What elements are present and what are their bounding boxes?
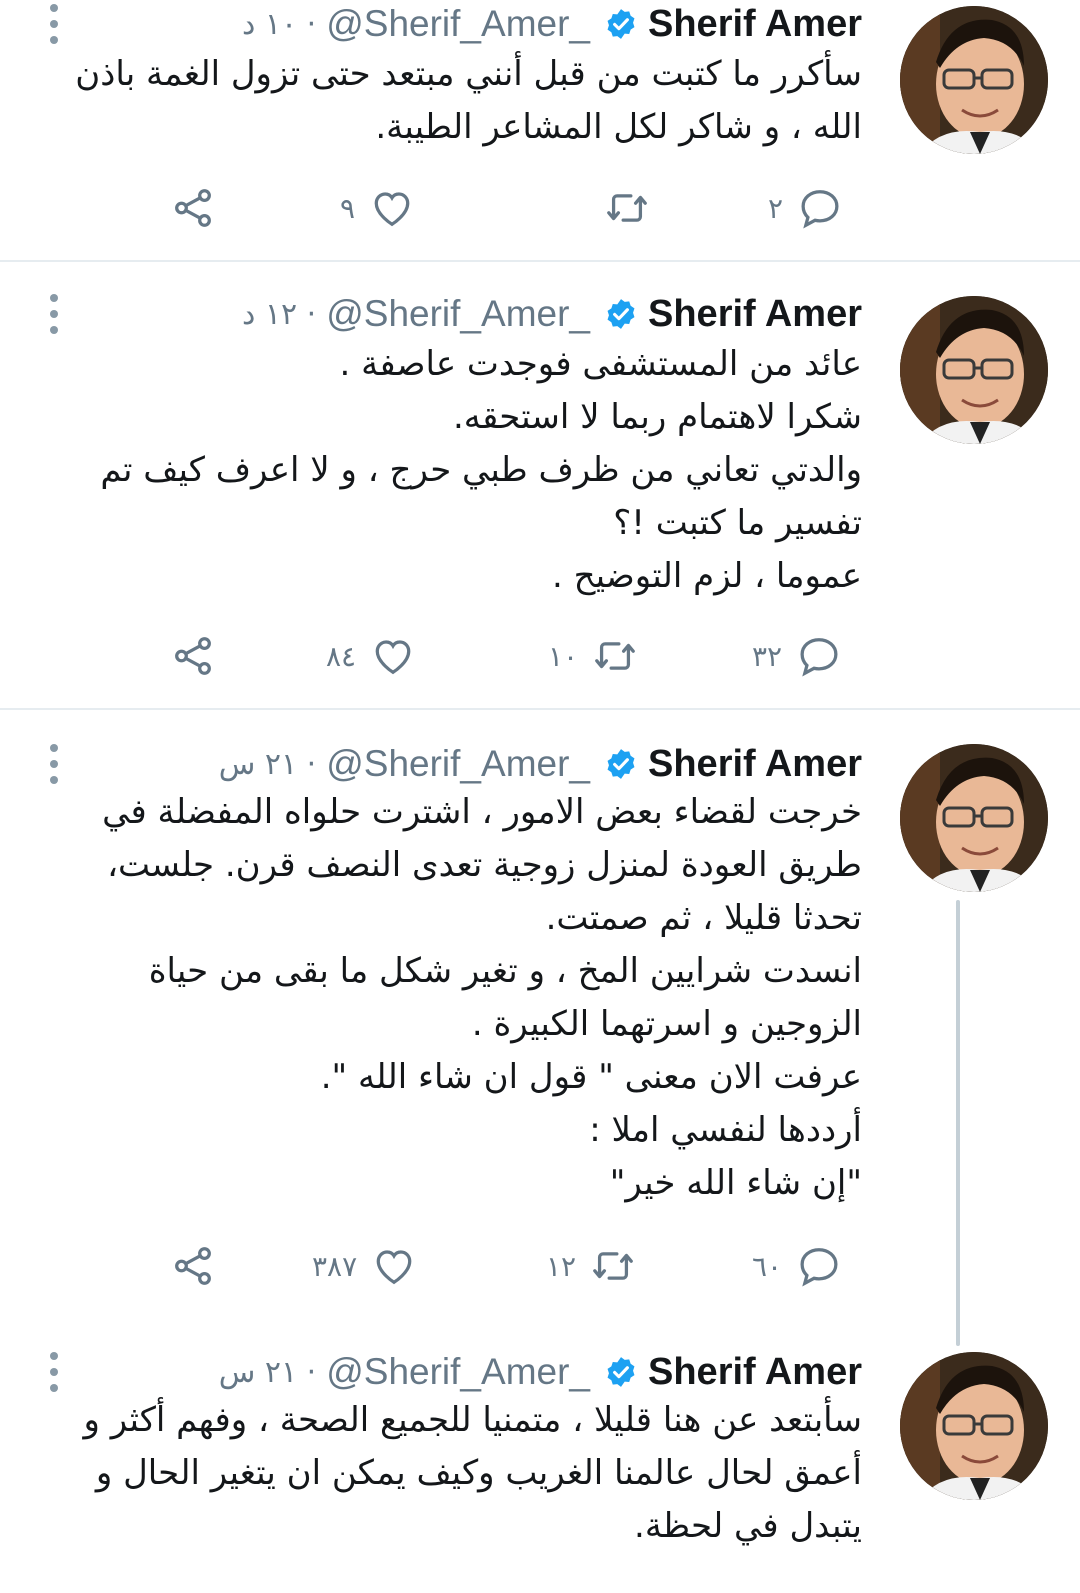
- tweet-text-line: خرجت لقضاء بعض الامور ، اشترت حلواه المف…: [102, 792, 862, 832]
- heart-icon: [371, 1243, 417, 1289]
- tweet-text-line: تفسير ما كتبت !؟: [613, 503, 862, 543]
- tweet[interactable]: Sherif Amer @Sherif_Amer_ · ١٢ د عائد من…: [0, 290, 1080, 710]
- more-options-icon[interactable]: [44, 4, 64, 44]
- verified-badge-icon: [604, 297, 638, 331]
- retweet-icon: [604, 185, 650, 231]
- tweet-text-line: عرفت الان معنى " قول ان شاء الله ".: [320, 1057, 862, 1097]
- reply-button[interactable]: ٦٠: [752, 1238, 842, 1294]
- reply-count: ٣٢: [752, 639, 783, 673]
- tweet-text-line: تحدثا قليلا ، ثم صمتت.: [545, 898, 862, 938]
- tweet-text-line: الزوجين و اسرتهما الكبيرة .: [471, 1004, 862, 1044]
- tweet-header: Sherif Amer @Sherif_Amer_ · ١٠ د: [242, 0, 862, 48]
- display-name[interactable]: Sherif Amer: [648, 293, 862, 336]
- more-options-icon[interactable]: [44, 1352, 64, 1392]
- avatar[interactable]: [900, 1352, 1048, 1500]
- tweet-text: سأكرر ما كتبت من قبل أنني مبتعد حتى تزول…: [75, 48, 862, 154]
- verified-badge-icon: [604, 7, 638, 41]
- retweet-icon: [592, 633, 638, 679]
- tweet-actions: ٣٢ ١٠ ٨٤: [0, 628, 1080, 684]
- share-icon: [170, 185, 216, 231]
- like-button[interactable]: ٣٨٧: [312, 1238, 417, 1294]
- tweet[interactable]: Sherif Amer @Sherif_Amer_ · ١٠ د سأكرر م…: [0, 0, 1080, 262]
- reply-button[interactable]: ٢: [768, 180, 843, 236]
- share-button[interactable]: [170, 628, 216, 684]
- avatar[interactable]: [900, 744, 1048, 892]
- tweet-text-line: أعمق لحال عالمنا الغريب وكيف يمكن ان يتغ…: [95, 1453, 862, 1493]
- tweet-text-line: عائد من المستشفى فوجدت عاصفة .: [339, 344, 862, 384]
- tweet-header: Sherif Amer @Sherif_Amer_ · ١٢ د: [242, 290, 862, 338]
- display-name[interactable]: Sherif Amer: [648, 743, 862, 786]
- tweet-text-line: طريق العودة لمنزل زوجية تعدى النصف قرن. …: [107, 845, 862, 885]
- divider: [0, 708, 1080, 710]
- more-options-icon[interactable]: [44, 744, 64, 784]
- user-handle[interactable]: @Sherif_Amer_: [326, 743, 590, 785]
- heart-icon: [370, 633, 416, 679]
- reply-button[interactable]: ٣٢: [752, 628, 842, 684]
- like-button[interactable]: ٩: [340, 180, 415, 236]
- tweet-text-line: عموما ، لزم التوضيح .: [552, 556, 862, 596]
- timestamp[interactable]: · ١٠ د: [242, 7, 316, 42]
- tweet-header: Sherif Amer @Sherif_Amer_ · ٢١ س: [219, 1348, 862, 1396]
- divider: [0, 260, 1080, 262]
- tweet-actions: ٦٠ ١٢ ٣٨٧: [0, 1238, 1080, 1294]
- retweet-icon: [590, 1243, 636, 1289]
- tweet-text-line: شكرا لاهتمام ربما لا استحقه.: [452, 397, 862, 437]
- share-icon: [170, 1243, 216, 1289]
- share-button[interactable]: [170, 180, 216, 236]
- tweet-text-line: سأبتعد عن هنا قليلا ، متمنيا للجميع الصح…: [83, 1400, 862, 1440]
- user-handle[interactable]: @Sherif_Amer_: [326, 293, 590, 335]
- retweet-button[interactable]: [590, 180, 650, 236]
- like-count: ٩: [340, 191, 356, 225]
- reply-icon: [797, 185, 843, 231]
- more-options-icon[interactable]: [44, 294, 64, 334]
- timestamp[interactable]: · ١٢ د: [242, 297, 316, 332]
- avatar[interactable]: [900, 296, 1048, 444]
- reply-count: ٢: [768, 191, 784, 225]
- user-handle[interactable]: @Sherif_Amer_: [326, 3, 590, 45]
- tweet-header: Sherif Amer @Sherif_Amer_ · ٢١ س: [219, 740, 862, 788]
- tweet-feed: Sherif Amer @Sherif_Amer_ · ١٠ د سأكرر م…: [0, 0, 1080, 1593]
- retweet-button[interactable]: ١٠: [548, 628, 638, 684]
- timestamp[interactable]: · ٢١ س: [219, 1355, 316, 1390]
- tweet-text: سأبتعد عن هنا قليلا ، متمنيا للجميع الصح…: [83, 1394, 862, 1553]
- timestamp[interactable]: · ٢١ س: [219, 747, 316, 782]
- like-count: ٣٨٧: [312, 1249, 358, 1283]
- tweet-actions: ٢ ٩: [0, 180, 1080, 236]
- tweet-text-line: "إن شاء الله خير": [609, 1163, 862, 1203]
- user-handle[interactable]: @Sherif_Amer_: [326, 1351, 590, 1393]
- reply-count: ٦٠: [752, 1249, 783, 1283]
- retweet-button[interactable]: ١٢: [546, 1238, 636, 1294]
- avatar[interactable]: [900, 6, 1048, 154]
- like-count: ٨٤: [326, 639, 357, 673]
- tweet[interactable]: Sherif Amer @Sherif_Amer_ · ٢١ س سأبتعد …: [0, 1348, 1080, 1593]
- share-icon: [170, 633, 216, 679]
- retweet-count: ١٠: [548, 639, 579, 673]
- tweet-text-line: سأكرر ما كتبت من قبل أنني مبتعد حتى تزول…: [75, 54, 862, 94]
- heart-icon: [369, 185, 415, 231]
- display-name[interactable]: Sherif Amer: [648, 1351, 862, 1394]
- reply-icon: [796, 1243, 842, 1289]
- verified-badge-icon: [604, 1355, 638, 1389]
- tweet-text-line: والدتي تعاني من ظرف طبي حرج ، و لا اعرف …: [100, 450, 862, 490]
- tweet-text-line: انسدت شرايين المخ ، و تغير شكل ما بقى من…: [148, 951, 862, 991]
- tweet-text-line: الله ، و شاكر لكل المشاعر الطيبة.: [375, 107, 862, 147]
- reply-icon: [796, 633, 842, 679]
- share-button[interactable]: [170, 1238, 216, 1294]
- like-button[interactable]: ٨٤: [326, 628, 416, 684]
- tweet-text-line: يتبدل في لحظة.: [634, 1506, 862, 1546]
- retweet-count: ١٢: [546, 1249, 577, 1283]
- tweet[interactable]: Sherif Amer @Sherif_Amer_ · ٢١ س خرجت لق…: [0, 740, 1080, 1346]
- display-name[interactable]: Sherif Amer: [648, 3, 862, 46]
- tweet-text-line: أرددها لنفسي املا :: [589, 1110, 862, 1150]
- tweet-text: عائد من المستشفى فوجدت عاصفة . شكرا لاهت…: [100, 338, 862, 603]
- verified-badge-icon: [604, 747, 638, 781]
- tweet-text: خرجت لقضاء بعض الامور ، اشترت حلواه المف…: [102, 786, 862, 1210]
